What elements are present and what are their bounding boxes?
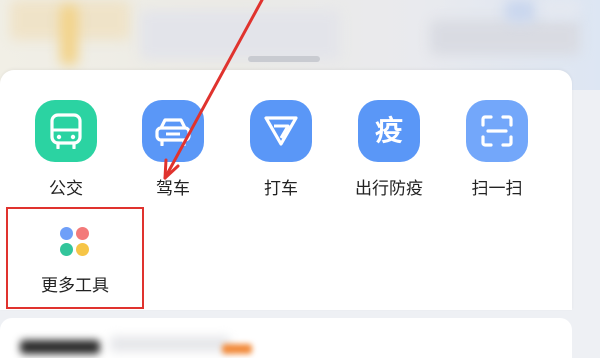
tool-taxi[interactable]: 打车 (236, 100, 326, 199)
grid-dots-icon (60, 227, 90, 257)
more-tools-button[interactable]: 更多工具 (6, 207, 144, 309)
tool-taxi-label: 打车 (264, 179, 298, 199)
tool-epidemic-label: 出行防疫 (355, 179, 423, 199)
sheet-drag-handle[interactable] (248, 56, 320, 62)
scan-icon (466, 100, 528, 162)
tool-drive-label: 驾车 (156, 179, 190, 199)
epidemic-glyph: 疫 (374, 114, 403, 147)
tool-bus[interactable]: 公交 (21, 100, 111, 199)
tool-drive[interactable]: 驾车 (128, 100, 218, 199)
car-icon (142, 100, 204, 162)
tool-scan-label: 扫一扫 (471, 179, 523, 199)
more-tools-label: 更多工具 (41, 276, 109, 296)
tool-scan[interactable]: 扫一扫 (452, 100, 542, 199)
bottom-card[interactable] (0, 318, 572, 358)
tool-epidemic-travel[interactable]: 疫 出行防疫 (344, 100, 434, 199)
taxi-icon (250, 100, 312, 162)
epidemic-icon: 疫 (358, 100, 420, 162)
tool-bus-label: 公交 (49, 179, 83, 199)
bus-icon (35, 100, 97, 162)
